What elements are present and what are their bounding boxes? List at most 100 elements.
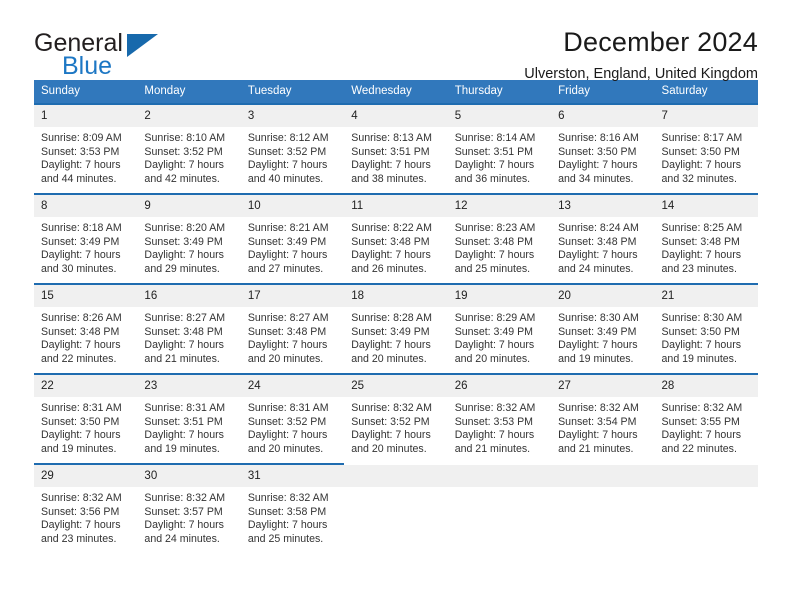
day-cell-empty [344,463,448,553]
calendar-page: General Blue December 2024 Ulverston, En… [0,0,792,612]
sunrise-text: Sunrise: 8:09 AM [41,132,122,144]
daylight-line1-text: Daylight: 7 hours [661,159,742,172]
calendar-cell [447,463,552,553]
day-cell[interactable]: 21 Sunrise: 8:30 AM Sunset: 3:50 PM Dayligh… [654,283,758,373]
day-number: 3 [240,105,345,127]
calendar-week-row: 22 Sunrise: 8:31 AM Sunset: 3:50 PM Dayligh… [34,373,758,463]
calendar-cell: 31 Sunrise: 8:32 AM Sunset: 3:58 PM Dayligh… [240,463,345,553]
daylight-line1-text: Daylight: 7 hours [247,519,328,532]
triangle-icon [127,34,158,57]
day-number: 21 [654,285,758,307]
calendar-cell: 17 Sunrise: 8:27 AM Sunset: 3:48 PM Dayligh… [240,283,345,373]
day-cell[interactable]: 11 Sunrise: 8:22 AM Sunset: 3:48 PM Dayligh… [344,193,448,283]
day-cell[interactable]: 14 Sunrise: 8:25 AM Sunset: 3:48 PM Dayligh… [654,193,758,283]
daylight-line1-text: Daylight: 7 hours [41,519,121,532]
day-cell[interactable]: 19 Sunrise: 8:29 AM Sunset: 3:49 PM Dayligh… [447,283,552,373]
day-cell[interactable]: 28 Sunrise: 8:32 AM Sunset: 3:55 PM Dayligh… [654,373,758,463]
day-cell[interactable]: 10 Sunrise: 8:21 AM Sunset: 3:49 PM Dayligh… [240,193,345,283]
day-cell[interactable]: 15 Sunrise: 8:26 AM Sunset: 3:48 PM Dayligh… [34,283,138,373]
day-number: 26 [447,375,552,397]
day-cell[interactable]: 26 Sunrise: 8:32 AM Sunset: 3:53 PM Dayligh… [447,373,552,463]
day-cell[interactable]: 3 Sunrise: 8:12 AM Sunset: 3:52 PM Daylight… [240,103,345,193]
day-cell[interactable]: 18 Sunrise: 8:28 AM Sunset: 3:49 PM Dayligh… [344,283,448,373]
calendar-cell: 24 Sunrise: 8:31 AM Sunset: 3:52 PM Dayligh… [240,373,345,463]
daylight-line1-text: Daylight: 7 hours [661,339,742,352]
day-cell[interactable]: 6 Sunrise: 8:16 AM Sunset: 3:50 PM Daylight… [551,103,655,193]
day-number: 13 [551,195,655,217]
day-number: 6 [551,105,655,127]
daylight-line1-text: Daylight: 7 hours [351,339,431,352]
sunrise-text: Sunrise: 8:30 AM [661,312,743,324]
day-number: 28 [654,375,758,397]
sunset-text: Sunset: 3:58 PM [247,505,327,518]
sunrise-text: Sunrise: 8:32 AM [558,402,639,414]
day-cell[interactable]: 24 Sunrise: 8:31 AM Sunset: 3:52 PM Dayligh… [240,373,345,463]
day-info: Sunrise: 8:22 AM Sunset: 3:48 PM Daylight:… [344,217,447,276]
day-cell[interactable]: 31 Sunrise: 8:32 AM Sunset: 3:58 PM Dayligh… [240,463,345,553]
sunrise-text: Sunrise: 8:17 AM [661,132,743,144]
sunrise-text: Sunrise: 8:25 AM [661,222,743,234]
daylight-line2-text: and 26 minutes. [351,262,427,275]
day-cell[interactable]: 30 Sunrise: 8:32 AM Sunset: 3:57 PM Dayligh… [137,463,241,553]
day-cell[interactable]: 23 Sunrise: 8:31 AM Sunset: 3:51 PM Dayligh… [137,373,241,463]
daylight-line2-text: and 22 minutes. [41,352,117,365]
day-cell[interactable]: 17 Sunrise: 8:27 AM Sunset: 3:48 PM Dayligh… [240,283,345,373]
day-cell[interactable]: 12 Sunrise: 8:23 AM Sunset: 3:48 PM Dayligh… [447,193,552,283]
calendar-cell: 30 Sunrise: 8:32 AM Sunset: 3:57 PM Dayligh… [137,463,241,553]
day-info: Sunrise: 8:30 AM Sunset: 3:50 PM Daylight:… [655,307,758,366]
sunrise-text: Sunrise: 8:31 AM [247,402,329,414]
sunset-text: Sunset: 3:57 PM [144,505,223,518]
calendar-cell: 28 Sunrise: 8:32 AM Sunset: 3:55 PM Dayligh… [654,373,758,463]
daylight-line1-text: Daylight: 7 hours [454,429,535,442]
daylight-line2-text: and 22 minutes. [661,442,737,455]
daylight-line1-text: Daylight: 7 hours [41,429,121,442]
day-cell[interactable]: 2 Sunrise: 8:10 AM Sunset: 3:52 PM Daylight… [137,103,241,193]
day-cell[interactable]: 4 Sunrise: 8:13 AM Sunset: 3:51 PM Daylight… [344,103,448,193]
sunrise-text: Sunrise: 8:32 AM [351,402,432,414]
day-cell[interactable]: 1 Sunrise: 8:09 AM Sunset: 3:53 PM Daylight… [34,103,138,193]
day-number: 5 [447,105,552,127]
daylight-line1-text: Daylight: 7 hours [661,429,742,442]
day-cell[interactable]: 20 Sunrise: 8:30 AM Sunset: 3:49 PM Dayligh… [551,283,655,373]
day-info: Sunrise: 8:21 AM Sunset: 3:49 PM Daylight:… [241,217,344,276]
day-cell[interactable]: 29 Sunrise: 8:32 AM Sunset: 3:56 PM Dayligh… [34,463,138,553]
calendar-cell: 4 Sunrise: 8:13 AM Sunset: 3:51 PM Daylight… [344,103,448,193]
day-info: Sunrise: 8:20 AM Sunset: 3:49 PM Daylight:… [137,217,240,276]
day-cell[interactable]: 22 Sunrise: 8:31 AM Sunset: 3:50 PM Dayligh… [34,373,138,463]
day-cell[interactable]: 8 Sunrise: 8:18 AM Sunset: 3:49 PM Daylight… [34,193,138,283]
daylight-line2-text: and 25 minutes. [247,532,324,545]
day-cell[interactable]: 5 Sunrise: 8:14 AM Sunset: 3:51 PM Daylight… [447,103,552,193]
sunset-text: Sunset: 3:52 PM [247,415,327,428]
day-cell[interactable]: 16 Sunrise: 8:27 AM Sunset: 3:48 PM Dayligh… [137,283,241,373]
calendar-cell: 2 Sunrise: 8:10 AM Sunset: 3:52 PM Daylight… [137,103,241,193]
calendar-table: Sunday Monday Tuesday Wednesday Thursday Frid… [34,80,758,553]
sunrise-text: Sunrise: 8:27 AM [247,312,329,324]
day-cell[interactable]: 27 Sunrise: 8:32 AM Sunset: 3:54 PM Dayligh… [551,373,655,463]
sunrise-text: Sunrise: 8:26 AM [41,312,122,324]
daylight-line2-text: and 36 minutes. [454,172,531,185]
daylight-line2-text: and 27 minutes. [247,262,324,275]
daylight-line2-text: and 20 minutes. [351,352,427,365]
daylight-line1-text: Daylight: 7 hours [661,249,742,262]
daylight-line2-text: and 34 minutes. [558,172,634,185]
sunset-text: Sunset: 3:48 PM [661,235,740,248]
day-cell[interactable]: 25 Sunrise: 8:32 AM Sunset: 3:52 PM Dayligh… [344,373,448,463]
page-title: December 2024 [563,27,758,57]
day-number: 4 [344,105,448,127]
daylight-line2-text: and 38 minutes. [351,172,427,185]
day-number: 1 [34,105,138,127]
sunset-text: Sunset: 3:49 PM [454,325,534,338]
sunset-text: Sunset: 3:49 PM [558,325,637,338]
day-cell[interactable]: 9 Sunrise: 8:20 AM Sunset: 3:49 PM Daylight… [137,193,241,283]
calendar-cell: 22 Sunrise: 8:31 AM Sunset: 3:50 PM Dayligh… [34,373,138,463]
day-info: Sunrise: 8:09 AM Sunset: 3:53 PM Daylight:… [34,127,137,186]
day-number: 11 [344,195,448,217]
sunset-text: Sunset: 3:51 PM [454,145,534,158]
day-cell[interactable]: 13 Sunrise: 8:24 AM Sunset: 3:48 PM Dayligh… [551,193,655,283]
daylight-line2-text: and 40 minutes. [247,172,324,185]
brand-logo[interactable]: General Blue [34,26,214,86]
day-number: 25 [344,375,448,397]
day-cell[interactable]: 7 Sunrise: 8:17 AM Sunset: 3:50 PM Daylight… [654,103,758,193]
calendar-cell: 20 Sunrise: 8:30 AM Sunset: 3:49 PM Dayligh… [551,283,655,373]
calendar-cell: 3 Sunrise: 8:12 AM Sunset: 3:52 PM Daylight… [240,103,345,193]
